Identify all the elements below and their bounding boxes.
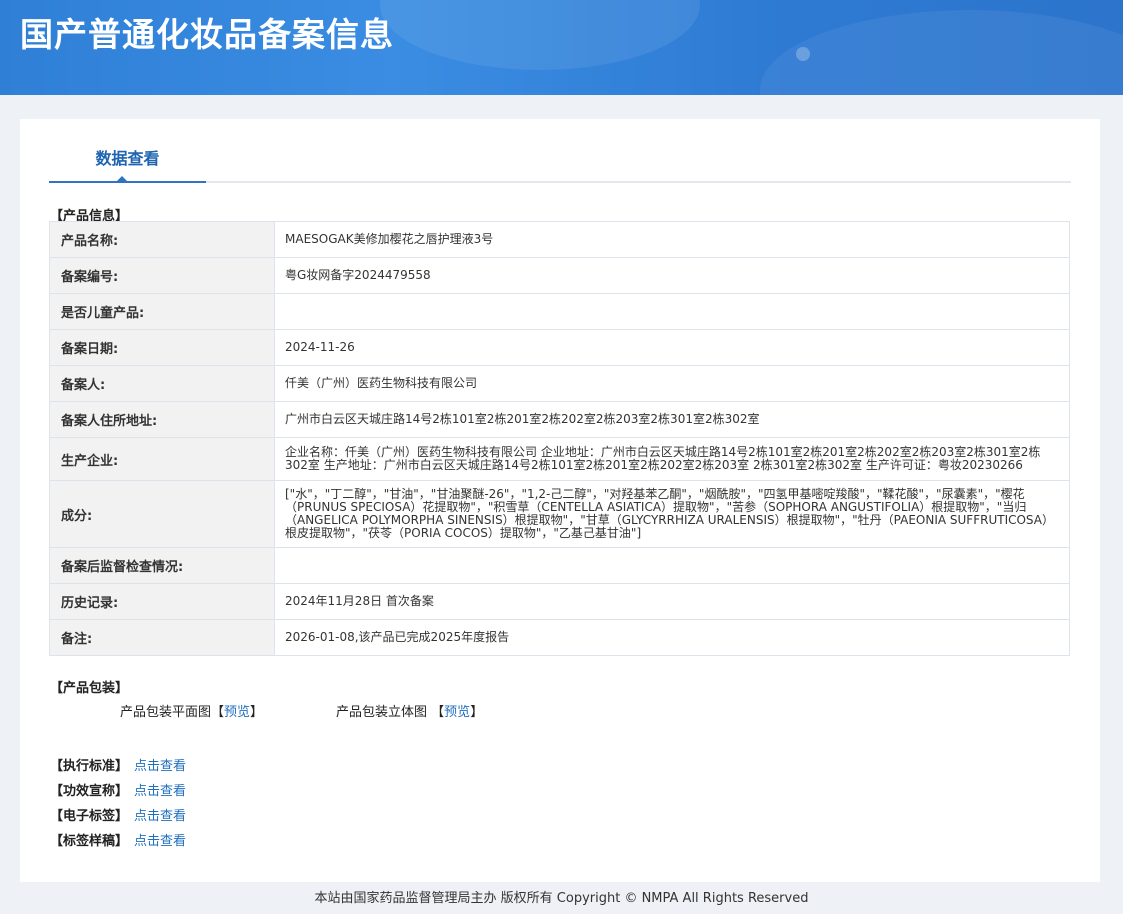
page-header: 国产普通化妆品备案信息 (0, 0, 1123, 95)
extra-label: 【电子标签】 (50, 809, 129, 824)
table-row: 历史记录: 2024年11月28日 首次备案 (49, 583, 1070, 620)
content-card: 数据查看 【产品信息】 产品名称: MAESOGAK美修加樱花之唇护理液3号 备案编… (20, 119, 1100, 882)
header-decoration-dot (796, 47, 810, 61)
field-value (274, 547, 1070, 584)
field-label: 备案人住所地址: (49, 401, 275, 438)
table-row: 备案人: 仟美（广州）医药生物科技有限公司 (49, 365, 1070, 402)
field-label: 是否儿童产品: (49, 293, 275, 330)
field-label: 备案人: (49, 365, 275, 402)
field-label: 历史记录: (49, 583, 275, 620)
field-label: 备案后监督检查情况: (49, 547, 275, 584)
product-info-table: 产品名称: MAESOGAK美修加樱花之唇护理液3号 备案编号: 粤G妆网备字2024… (49, 221, 1070, 656)
field-value: 广州市白云区天城庄路14号2栋101室2栋201室2栋202室2栋203室2栋3… (274, 401, 1070, 438)
packaging-flat: 产品包装平面图【预览】 (120, 701, 263, 720)
extra-label: 【功效宣称】 (50, 784, 129, 799)
field-value: 粤G妆网备字2024479558 (274, 257, 1070, 294)
extra-label: 【执行标准】 (50, 759, 129, 774)
table-row: 备案人住所地址: 广州市白云区天城庄路14号2栋101室2栋201室2栋202室2… (49, 401, 1070, 438)
table-row: 备案日期: 2024-11-26 (49, 329, 1070, 366)
table-row: 备案编号: 粤G妆网备字2024479558 (49, 257, 1070, 294)
bracket-close: 】 (250, 705, 264, 720)
packaging-solid: 产品包装立体图 【预览】 (336, 701, 483, 720)
table-row: 是否儿童产品: (49, 293, 1070, 330)
bracket-close: 】 (470, 705, 484, 720)
view-efficacy-link[interactable]: 点击查看 (134, 784, 186, 799)
field-value: 2024-11-26 (274, 329, 1070, 366)
packaging-flat-label: 产品包装平面图 (120, 705, 212, 720)
field-label: 备案编号: (49, 257, 275, 294)
packaging-solid-label: 产品包装立体图 (336, 705, 428, 720)
field-value: MAESOGAK美修加樱花之唇护理液3号 (274, 221, 1070, 258)
extra-label-draft: 【标签样稿】 点击查看 (50, 830, 186, 849)
bracket-open: 【 (431, 705, 445, 720)
header-decoration (760, 10, 1123, 95)
view-label-draft-link[interactable]: 点击查看 (134, 834, 186, 849)
table-row: 生产企业: 企业名称：仟美（广州）医药生物科技有限公司 企业地址：广州市白云区天城… (49, 437, 1070, 481)
tab-bar: 数据查看 (49, 119, 1071, 183)
packaging-title: 【产品包装】 (50, 681, 129, 696)
bracket-open: 【 (211, 705, 225, 720)
field-value: 企业名称：仟美（广州）医药生物科技有限公司 企业地址：广州市白云区天城庄路14号… (274, 437, 1070, 481)
field-label: 生产企业: (49, 437, 275, 481)
extra-label: 【标签样稿】 (50, 834, 129, 849)
table-row: 成分: ["水"，"丁二醇"，"甘油"，"甘油聚醚-26"，"1,2-己二醇"，"… (49, 480, 1070, 548)
field-value: 2024年11月28日 首次备案 (274, 583, 1070, 620)
extra-efficacy: 【功效宣称】 点击查看 (50, 780, 186, 799)
field-label: 成分: (49, 480, 275, 548)
page-title: 国产普通化妆品备案信息 (20, 15, 394, 54)
tab-active-indicator (116, 176, 128, 182)
field-value (274, 293, 1070, 330)
field-label: 备案日期: (49, 329, 275, 366)
extra-e-label: 【电子标签】 点击查看 (50, 805, 186, 824)
table-row: 产品名称: MAESOGAK美修加樱花之唇护理液3号 (49, 221, 1070, 258)
packaging-solid-preview-link[interactable]: 预览 (444, 705, 470, 720)
extra-standard: 【执行标准】 点击查看 (50, 755, 186, 774)
packaging-flat-preview-link[interactable]: 预览 (224, 705, 250, 720)
field-value: 2026-01-08,该产品已完成2025年度报告 (274, 619, 1070, 656)
table-row: 备注: 2026-01-08,该产品已完成2025年度报告 (49, 619, 1070, 656)
header-decoration (380, 0, 700, 70)
field-label: 备注: (49, 619, 275, 656)
table-row: 备案后监督检查情况: (49, 547, 1070, 584)
view-standard-link[interactable]: 点击查看 (134, 759, 186, 774)
view-e-label-link[interactable]: 点击查看 (134, 809, 186, 824)
field-value: 仟美（广州）医药生物科技有限公司 (274, 365, 1070, 402)
tab-data-view[interactable]: 数据查看 (49, 119, 206, 183)
field-label: 产品名称: (49, 221, 275, 258)
tab-label: 数据查看 (95, 149, 160, 168)
footer-copyright: 本站由国家药品监督管理局主办 版权所有 Copyright © NMPA All… (314, 891, 809, 906)
field-value: ["水"，"丁二醇"，"甘油"，"甘油聚醚-26"，"1,2-己二醇"，"对羟基… (274, 480, 1070, 548)
